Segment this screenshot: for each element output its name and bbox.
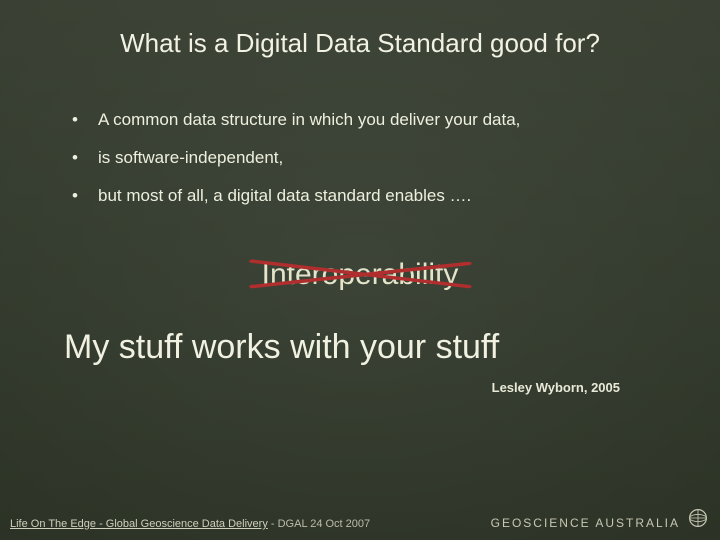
- footer-link[interactable]: Life On The Edge - Global Geoscience Dat…: [10, 518, 268, 530]
- list-item: • A common data structure in which you d…: [72, 110, 660, 130]
- footer-left: Life On The Edge - Global Geoscience Dat…: [10, 518, 370, 530]
- footer: Life On The Edge - Global Geoscience Dat…: [10, 506, 710, 530]
- attribution: Lesley Wyborn, 2005: [492, 380, 620, 395]
- bullet-icon: •: [72, 186, 98, 206]
- bullet-text: is software-independent,: [98, 148, 283, 168]
- geoscience-australia-logo-icon: [686, 506, 710, 530]
- footer-suffix: - DGAL 24 Oct 2007: [268, 518, 370, 530]
- bullet-list: • A common data structure in which you d…: [72, 110, 660, 224]
- footer-brand: GEOSCIENCE AUSTRALIA: [491, 506, 710, 530]
- statement: My stuff works with your stuff: [64, 328, 670, 367]
- highlight-text: Interoperability: [262, 258, 459, 291]
- list-item: • but most of all, a digital data standa…: [72, 186, 660, 206]
- slide-title: What is a Digital Data Standard good for…: [0, 28, 720, 59]
- highlight-row: Interoperability: [0, 258, 720, 292]
- bullet-icon: •: [72, 110, 98, 130]
- brand-text: GEOSCIENCE AUSTRALIA: [491, 516, 680, 530]
- bullet-text: A common data structure in which you del…: [98, 110, 520, 130]
- highlight-word: Interoperability: [256, 258, 465, 292]
- list-item: • is software-independent,: [72, 148, 660, 168]
- bullet-icon: •: [72, 148, 98, 168]
- bullet-text: but most of all, a digital data standard…: [98, 186, 471, 206]
- slide: What is a Digital Data Standard good for…: [0, 0, 720, 540]
